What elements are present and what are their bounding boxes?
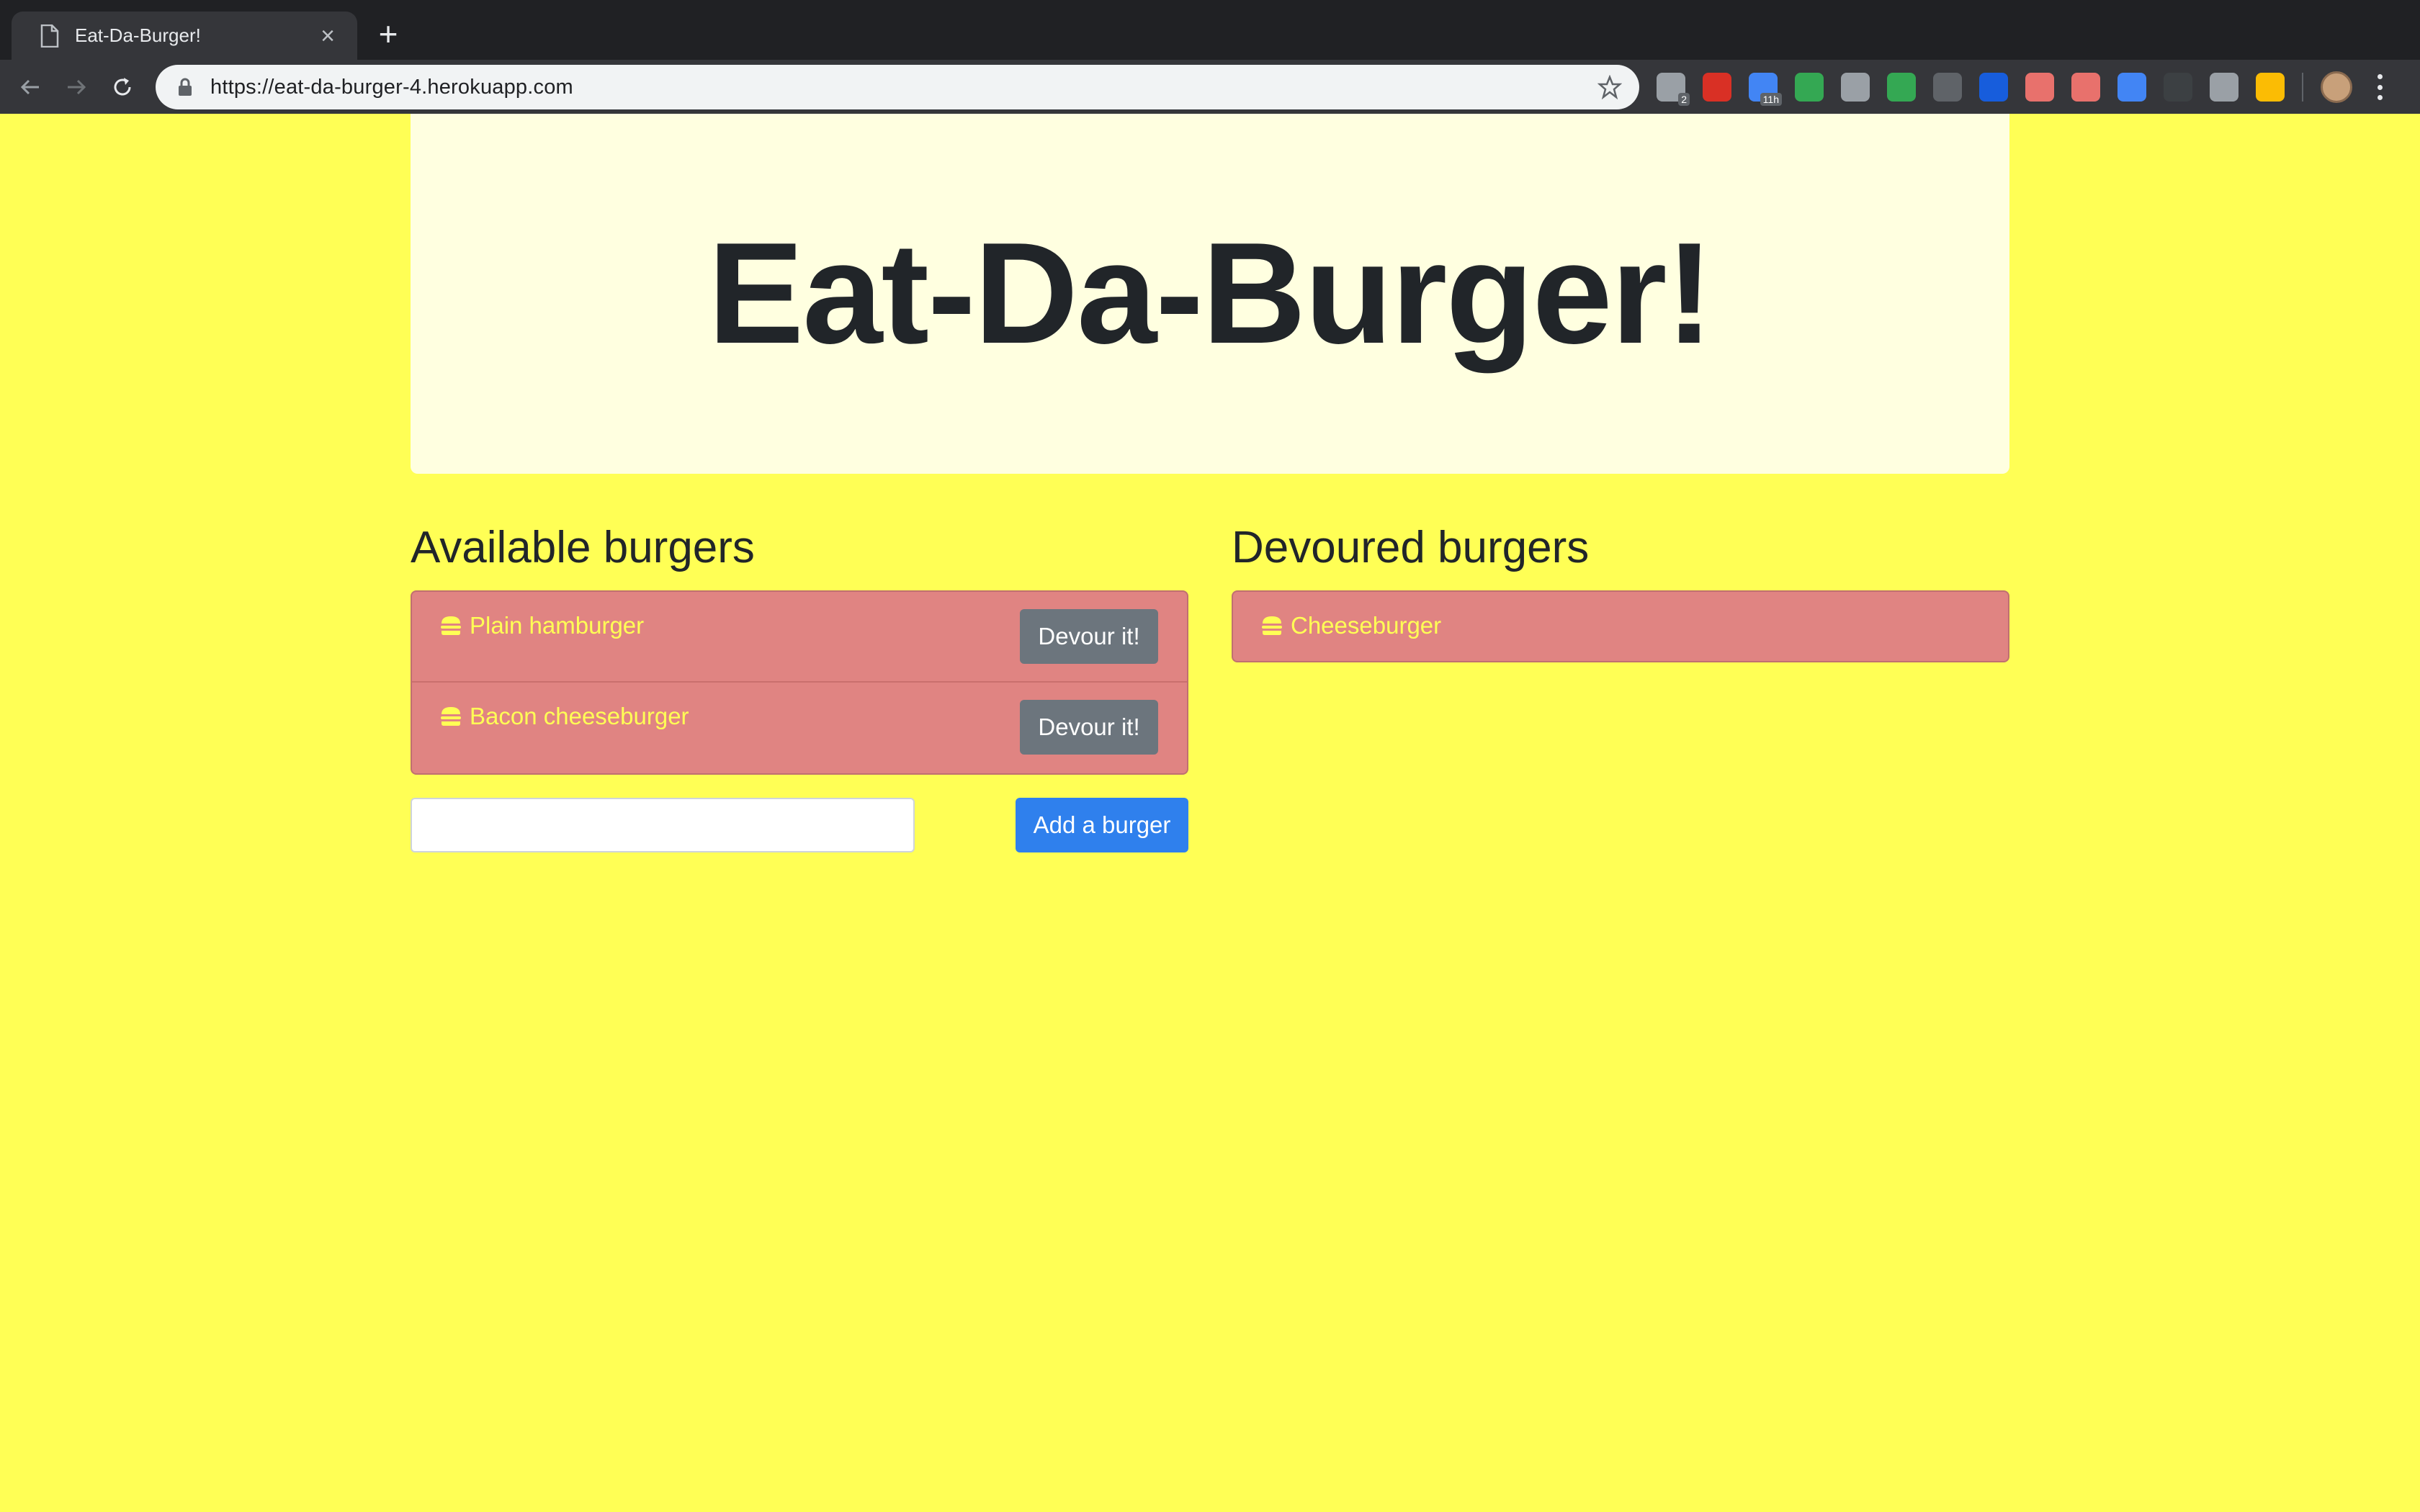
forward-arrow-icon[interactable] [63, 74, 89, 100]
page-title: Eat-Da-Burger! [707, 213, 1713, 374]
burger-name: Cheeseburger [1291, 612, 1442, 639]
list-item: Plain hamburger Devour it! [412, 592, 1187, 683]
address-bar[interactable]: https://eat-da-burger-4.herokuapp.com [156, 65, 1639, 109]
document-icon [40, 24, 59, 48]
calendar-icon[interactable]: 11h [1749, 73, 1782, 106]
toolbar-divider [2302, 73, 2303, 102]
browser-toolbar: https://eat-da-burger-4.herokuapp.com 2 1… [0, 60, 2420, 114]
keep-icon[interactable] [1841, 73, 1870, 102]
burger-name: Plain hamburger [470, 612, 645, 639]
browser-tab-strip: Eat-Da-Burger! × + [0, 0, 2420, 60]
more-menu-icon[interactable] [2377, 74, 2383, 100]
url-text: https://eat-da-burger-4.herokuapp.com [210, 75, 573, 99]
profile-avatar[interactable] [2321, 71, 2352, 103]
dropper-icon[interactable] [2118, 73, 2146, 102]
jumbotron: Eat-Da-Burger! [411, 114, 2009, 474]
available-list: Plain hamburger Devour it! Bacon cheeseb… [411, 590, 1188, 775]
arrow-icon[interactable] [2025, 73, 2054, 102]
cloud-icon[interactable] [2210, 73, 2238, 102]
bookmark-star-icon[interactable] [1597, 74, 1623, 100]
burger-name-input[interactable] [411, 798, 915, 852]
back-arrow-icon[interactable] [17, 74, 43, 100]
available-heading: Available burgers [411, 523, 755, 572]
lock-icon [177, 78, 193, 96]
add-burger-form: Add a burger [411, 798, 1188, 855]
extensions-bar: 2 11h [1657, 71, 2383, 106]
compass-icon[interactable] [2256, 73, 2285, 102]
devour-button[interactable]: Devour it! [1020, 609, 1158, 664]
page-body: Eat-Da-Burger! Available burgers Plain h… [0, 114, 2420, 1512]
hamburger-icon [1260, 615, 1283, 636]
hamburger-icon [439, 706, 462, 727]
toggle-icon[interactable] [1933, 73, 1962, 102]
drive-icon[interactable] [1795, 73, 1824, 102]
browser-tab[interactable]: Eat-Da-Burger! × [12, 12, 357, 60]
devoured-heading: Devoured burgers [1232, 523, 1590, 572]
checkmark-icon[interactable] [1887, 73, 1916, 102]
close-tab-icon[interactable]: × [315, 24, 340, 48]
dark-circle-icon[interactable] [2164, 73, 2192, 102]
cross-icon[interactable] [2071, 73, 2100, 102]
list-item: Cheeseburger [1233, 592, 2008, 661]
new-tab-button[interactable]: + [372, 17, 405, 50]
devoured-list: Cheeseburger [1232, 590, 2009, 662]
devoured-column: Devoured burgers Cheeseburger [1232, 517, 2009, 662]
burger-name: Bacon cheeseburger [470, 703, 689, 729]
reload-icon[interactable] [109, 74, 135, 100]
mail-icon[interactable]: 2 [1657, 73, 1690, 106]
bitwarden-icon[interactable] [1979, 73, 2008, 102]
gmail-icon[interactable] [1703, 73, 1731, 102]
extension-badge: 11h [1760, 93, 1782, 106]
add-burger-button[interactable]: Add a burger [1016, 798, 1188, 852]
hamburger-icon [439, 615, 462, 636]
tab-title: Eat-Da-Burger! [75, 24, 201, 46]
devour-button[interactable]: Devour it! [1020, 700, 1158, 755]
available-column: Available burgers Plain hamburger Devour… [411, 517, 1188, 855]
list-item: Bacon cheeseburger Devour it! [412, 683, 1187, 773]
extension-badge: 2 [1678, 93, 1690, 106]
